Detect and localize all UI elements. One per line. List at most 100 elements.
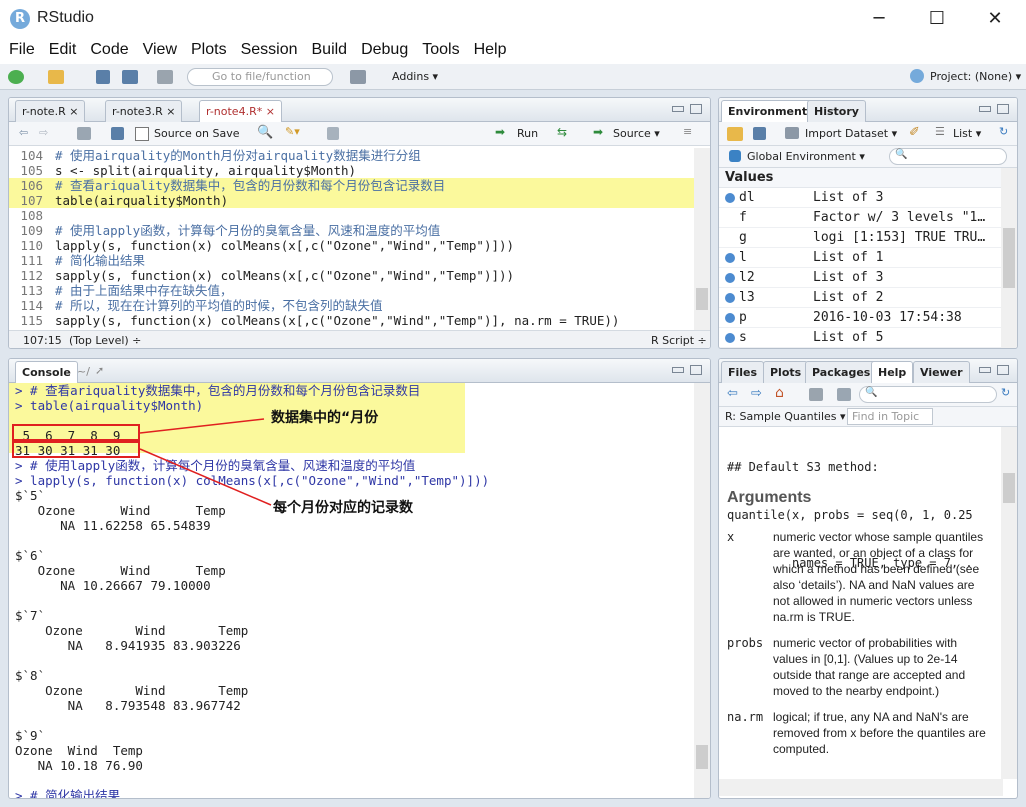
expand-object-icon[interactable] [725,273,735,283]
code-line[interactable]: 113 # 由于上面结果中存在缺失值， [9,283,695,298]
minimize-pane-icon[interactable] [672,106,684,112]
home-icon[interactable]: ⌂ [775,385,784,401]
environment-row[interactable]: g logi [1:153] TRUE TRU… [719,228,1003,248]
environment-scope-select[interactable]: Global Environment ▾ [747,150,865,163]
code-line[interactable]: 115 sapply(s, function(x) colMeans(x[,c("… [9,313,695,328]
addins-menu[interactable]: Addins ▾ [392,70,438,83]
environment-row[interactable]: p 2016-10-03 17:54:38 [719,308,1003,328]
help-scrollbar[interactable] [1001,427,1017,779]
tab-plots[interactable]: Plots [763,361,809,383]
import-dataset-button[interactable]: Import Dataset ▾ [805,127,897,140]
print-icon[interactable] [157,70,173,84]
help-forward-icon[interactable]: ⇨ [751,386,762,401]
tab-r-note[interactable]: r-note.R × [15,100,86,122]
menu-tools[interactable]: Tools [415,38,466,64]
pane-layout-icon[interactable] [350,70,366,84]
goto-file-input[interactable]: Go to file/function [187,68,333,86]
maximize-env-icon[interactable] [997,104,1009,114]
maximize-pane-icon[interactable] [690,104,702,114]
save-icon[interactable] [96,70,110,84]
file-type-indicator[interactable]: R Script ÷ [651,334,707,347]
load-workspace-icon[interactable] [727,127,743,141]
help-back-icon[interactable]: ⇦ [727,386,738,401]
tab-help[interactable]: Help [871,361,914,384]
project-menu[interactable]: Project: (None) ▾ [930,70,1021,83]
maximize-help-icon[interactable] [997,365,1009,375]
menu-edit[interactable]: Edit [42,38,84,64]
magic-wand-icon[interactable]: ✎▾ [285,125,300,138]
scope-indicator[interactable]: (Top Level) ÷ [69,334,141,347]
expand-object-icon[interactable] [725,333,735,343]
menu-build[interactable]: Build [305,38,355,64]
code-area[interactable]: 104 # 使用airquality的Month月份对airquality数据集进… [9,148,695,330]
show-help-window-icon[interactable] [837,388,851,401]
environment-row[interactable]: dl List of 3 [719,188,1003,208]
expand-object-icon[interactable] [725,253,735,263]
view-mode-select[interactable]: List ▾ [953,127,981,140]
tab-files[interactable]: Files [721,361,765,383]
print-help-icon[interactable] [809,388,823,401]
editor-scroll-thumb[interactable] [696,288,708,310]
maximize-button[interactable]: ☐ [908,0,966,38]
close-button[interactable]: ✕ [966,0,1024,38]
menu-plots[interactable]: Plots [184,38,234,64]
refresh-help-icon[interactable]: ↻ [1001,386,1010,399]
code-line[interactable]: 112 sapply(s, function(x) colMeans(x[,c("… [9,268,695,283]
menu-view[interactable]: View [136,38,184,64]
tab-history[interactable]: History [807,100,866,122]
code-line[interactable]: 114 # 所以，现在在计算列的平均值的时候，不包含列的缺失值 [9,298,695,313]
code-line[interactable]: 109 # 使用lapply函数，计算每个月份的臭氧含量、风速和温度的平均值 [9,223,695,238]
tab-viewer[interactable]: Viewer [913,361,970,383]
expand-object-icon[interactable] [725,313,735,323]
menu-file[interactable]: File [2,38,42,64]
compile-report-icon[interactable] [327,127,339,140]
search-icon[interactable]: 🔍 [257,125,273,140]
minimize-button[interactable]: ─ [850,0,908,38]
code-line[interactable]: 108 [9,208,695,223]
environment-row[interactable]: f Factor w/ 3 levels "1… [719,208,1003,228]
find-in-topic-input[interactable]: Find in Topic [847,408,933,425]
source-button[interactable]: Source ▾ [613,127,660,140]
help-search-input[interactable]: 🔍 [859,386,997,403]
source-on-save-checkbox[interactable] [135,127,149,141]
new-file-icon[interactable] [8,70,24,84]
environment-row[interactable]: l List of 1 [719,248,1003,268]
minimize-help-icon[interactable] [979,367,991,373]
expand-object-icon[interactable] [725,193,735,203]
code-line[interactable]: 107 table(airquality$Month) [9,193,695,208]
save-all-icon[interactable] [122,70,138,84]
expand-object-icon[interactable] [725,293,735,303]
console-scroll-thumb[interactable] [696,745,708,769]
code-line[interactable]: 106 # 查看ariquality数据集中，包含的月份数和每个月份包含记录数目 [9,178,695,193]
environment-row[interactable]: s List of 5 [719,328,1003,348]
help-topic-select[interactable]: R: Sample Quantiles ▾ [725,410,846,423]
forward-arrow-icon[interactable]: ⇨ [39,126,48,139]
code-line[interactable]: 110 lapply(s, function(x) colMeans(x[,c("… [9,238,695,253]
run-button[interactable]: Run [517,127,538,140]
broom-icon[interactable]: ✐ [909,125,920,140]
back-arrow-icon[interactable]: ⇦ [19,126,28,139]
code-line[interactable]: 105 s <- split(airquality, airquality$Mon… [9,163,695,178]
menu-code[interactable]: Code [83,38,135,64]
code-line[interactable]: 104 # 使用airquality的Month月份对airquality数据集进… [9,148,695,163]
env-scroll-thumb[interactable] [1003,228,1015,288]
menu-debug[interactable]: Debug [354,38,415,64]
open-folder-icon[interactable] [48,70,64,84]
environment-row[interactable]: l2 List of 3 [719,268,1003,288]
save-file-icon[interactable] [111,127,124,140]
help-scroll-thumb[interactable] [1003,473,1015,503]
console-scrollbar[interactable] [694,383,710,798]
environment-scrollbar[interactable] [1001,168,1017,348]
environment-search-input[interactable]: 🔍 [889,148,1007,165]
show-in-window-icon[interactable] [77,127,91,140]
minimize-env-icon[interactable] [979,106,991,112]
environment-row[interactable]: l3 List of 2 [719,288,1003,308]
save-workspace-icon[interactable] [753,127,766,140]
help-h-scrollbar[interactable] [719,779,1003,796]
outline-icon[interactable]: ≡ [683,125,692,138]
menu-session[interactable]: Session [234,38,305,64]
rerun-icon[interactable]: ⇆ [557,125,567,139]
editor-scrollbar[interactable] [694,148,710,330]
menu-help[interactable]: Help [467,38,514,64]
tab-environment[interactable]: Environment [721,100,815,123]
